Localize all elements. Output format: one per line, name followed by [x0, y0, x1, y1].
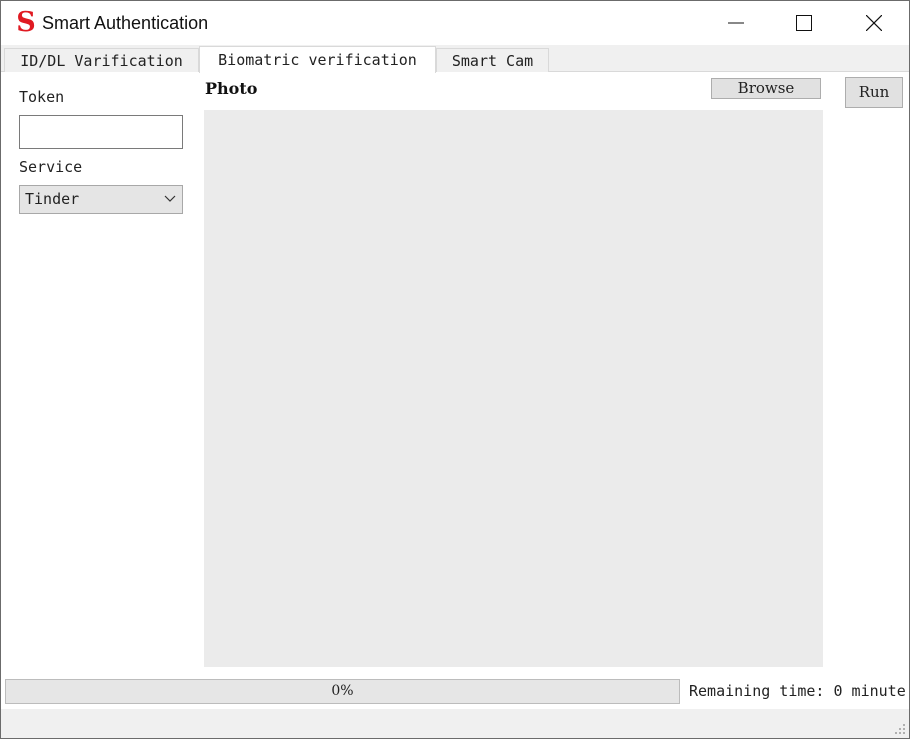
title-bar[interactable]: S Smart Authentication — [1, 1, 909, 45]
tab-biometric-verification[interactable]: Biomatric verification — [199, 46, 436, 73]
app-window: S Smart Authentication ID/DL Varificatio… — [0, 0, 910, 739]
resize-grip-icon[interactable] — [894, 723, 906, 735]
chevron-down-icon — [164, 195, 176, 202]
remaining-time-label: Remaining time: 0 minute — [689, 682, 906, 700]
app-logo-icon: S — [16, 7, 36, 38]
minimize-icon — [728, 22, 744, 24]
close-icon — [866, 15, 882, 31]
maximize-button[interactable] — [781, 1, 827, 45]
token-input[interactable] — [19, 115, 183, 149]
service-label: Service — [19, 158, 83, 176]
photo-preview-area — [204, 110, 823, 667]
photo-label: Photo — [205, 79, 258, 98]
tab-id-dl-verification[interactable]: ID/DL Varification — [4, 48, 199, 72]
service-select[interactable]: Tinder — [19, 185, 183, 214]
progress-bar: 0% — [5, 679, 680, 704]
tab-smart-cam[interactable]: Smart Cam — [436, 48, 549, 72]
browse-button[interactable]: Browse — [711, 78, 821, 99]
minimize-button[interactable] — [713, 1, 759, 45]
window-title: Smart Authentication — [42, 13, 209, 33]
status-bar — [1, 709, 909, 738]
run-button[interactable]: Run — [845, 77, 903, 108]
token-label: Token — [19, 88, 65, 106]
service-select-value: Tinder — [25, 190, 80, 208]
progress-text: 0% — [331, 683, 354, 699]
close-button[interactable] — [851, 1, 897, 45]
maximize-icon — [796, 15, 812, 31]
